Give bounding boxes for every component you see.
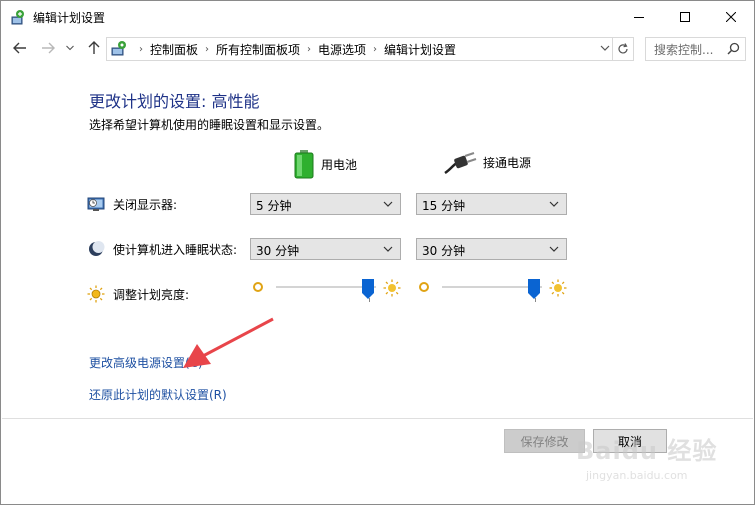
breadcrumb: › 控制面板 › 所有控制面板项 › 电源选项 › 编辑计划设置 (132, 41, 456, 58)
display-battery-value: 5 分钟 (256, 199, 292, 213)
watermark-main-text: Baidu 经验 (576, 437, 718, 465)
sleep-moon-icon (87, 240, 105, 258)
turn-off-display-label: 关闭显示器: (113, 197, 178, 212)
sleep-row: 使计算机进入睡眠状态: (87, 240, 237, 258)
breadcrumb-all-items[interactable]: 所有控制面板项 (216, 41, 300, 58)
brightness-battery-slider[interactable] (276, 279, 376, 309)
breadcrumb-edit-plan[interactable]: 编辑计划设置 (384, 41, 456, 58)
display-plugged-select[interactable]: 15 分钟 (416, 193, 567, 215)
monitor-icon (87, 195, 105, 213)
recent-locations-chevron-icon[interactable] (64, 40, 76, 56)
brightness-label: 调整计划亮度: (113, 287, 190, 302)
chevron-down-icon (549, 201, 559, 207)
brightness-sun-icon (87, 285, 105, 303)
sleep-plugged-select[interactable]: 30 分钟 (416, 238, 567, 260)
brightness-bright-icon (549, 279, 567, 300)
chevron-down-icon (383, 246, 393, 252)
power-options-app-icon (9, 8, 27, 26)
column-header-plugged-label: 接通电源 (483, 155, 532, 170)
title-bar: 编辑计划设置 (1, 1, 754, 32)
display-battery-select[interactable]: 5 分钟 (250, 193, 401, 215)
brightness-dim-icon (252, 281, 264, 296)
slider-thumb[interactable] (528, 279, 540, 299)
breadcrumb-power-options[interactable]: 电源选项 (318, 41, 366, 58)
column-header-battery-label: 用电池 (321, 157, 358, 172)
breadcrumb-separator-icon: › (139, 44, 143, 55)
column-header-battery: 用电池 (293, 149, 357, 179)
turn-off-display-row: 关闭显示器: (87, 195, 177, 213)
breadcrumb-separator-icon[interactable]: › (373, 44, 377, 55)
address-dropdown-chevron-icon[interactable] (599, 42, 611, 54)
close-button[interactable] (708, 1, 754, 32)
minimize-button[interactable] (616, 1, 662, 32)
annotation-arrow-icon (183, 317, 274, 368)
maximize-button[interactable] (662, 1, 708, 32)
display-plugged-value: 15 分钟 (422, 199, 466, 213)
breadcrumb-control-panel[interactable]: 控制面板 (150, 41, 198, 58)
sleep-plugged-value: 30 分钟 (422, 244, 466, 258)
footer-divider (2, 418, 753, 419)
minimize-icon (634, 16, 644, 18)
control-panel-icon (110, 40, 128, 58)
breadcrumb-separator-icon[interactable]: › (205, 44, 209, 55)
page-subtitle: 选择希望计算机使用的睡眠设置和显示设置。 (89, 118, 330, 132)
up-arrow-icon[interactable] (85, 40, 103, 56)
forward-arrow-icon[interactable] (39, 40, 57, 56)
slider-thumb[interactable] (362, 279, 374, 299)
slider-track (276, 286, 376, 288)
search-icon[interactable] (727, 42, 740, 55)
search-box[interactable]: 搜索控制... (645, 37, 746, 61)
navigation-bar: › 控制面板 › 所有控制面板项 › 电源选项 › 编辑计划设置 搜索控制... (1, 32, 754, 64)
brightness-row: 调整计划亮度: (87, 285, 189, 303)
brightness-bright-icon (383, 279, 401, 300)
breadcrumb-separator-icon[interactable]: › (307, 44, 311, 55)
battery-icon (294, 150, 314, 179)
power-plug-icon (444, 152, 477, 175)
save-changes-button[interactable]: 保存修改 (504, 429, 585, 453)
address-bar[interactable]: › 控制面板 › 所有控制面板项 › 电源选项 › 编辑计划设置 (106, 37, 634, 61)
maximize-icon (680, 11, 690, 22)
slider-track (442, 286, 542, 288)
watermark-url-text: jingyan.baidu.com (586, 469, 688, 482)
sleep-label: 使计算机进入睡眠状态: (113, 242, 238, 257)
column-header-plugged: 接通电源 (443, 149, 531, 175)
brightness-plugged-slider[interactable] (442, 279, 542, 309)
refresh-icon (618, 43, 628, 54)
baidu-jingyan-watermark: Baidu 经验 jingyan.baidu.com (576, 431, 726, 491)
chevron-down-icon (383, 201, 393, 207)
refresh-button[interactable] (612, 38, 633, 60)
edit-plan-settings-window: 编辑计划设置 › 控制面板 › 所有控制面板项 › 电源选项 › 编辑计划设置 … (0, 0, 755, 505)
sleep-battery-value: 30 分钟 (256, 244, 300, 258)
window-title: 编辑计划设置 (33, 11, 106, 25)
restore-defaults-link[interactable]: 还原此计划的默认设置(R) (89, 386, 227, 403)
brightness-dim-icon (418, 281, 430, 296)
chevron-down-icon (549, 246, 559, 252)
search-placeholder: 搜索控制... (654, 43, 714, 57)
page-title: 更改计划的设置: 高性能 (89, 92, 260, 111)
close-icon (726, 11, 736, 22)
back-arrow-icon[interactable] (11, 40, 29, 56)
sleep-battery-select[interactable]: 30 分钟 (250, 238, 401, 260)
